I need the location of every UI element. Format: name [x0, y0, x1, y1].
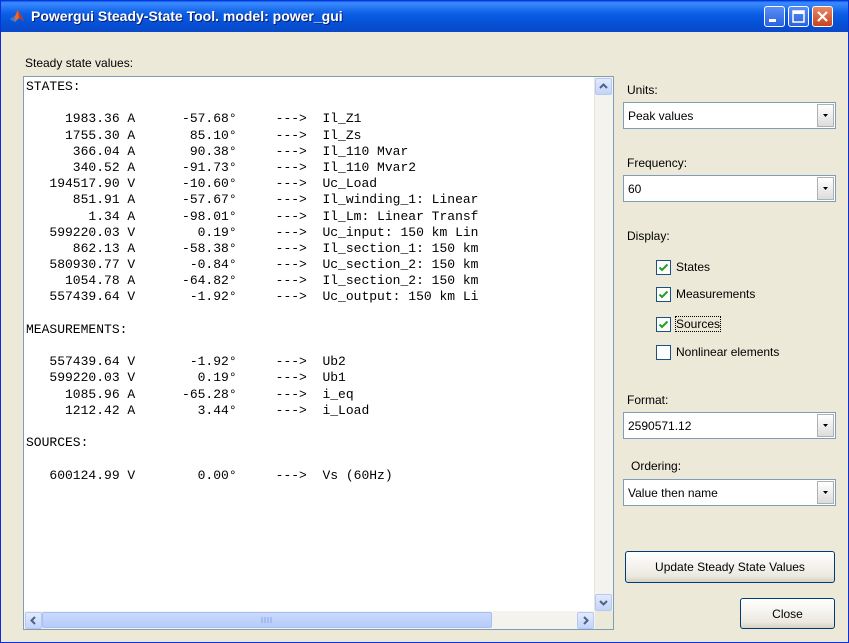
states-checkbox-label[interactable]: States	[676, 260, 710, 274]
output-line: 862.13 A -58.38° ---> Il_section_1: 150 …	[26, 240, 479, 256]
chevron-down-icon	[823, 491, 828, 494]
update-button-label: Update Steady State Values	[655, 560, 805, 574]
sources-checkbox-label[interactable]: Sources	[674, 316, 722, 332]
output-line: 194517.90 V -10.60° ---> Uc_Load	[26, 176, 378, 192]
chevron-down-icon	[823, 187, 828, 190]
scroll-down-button[interactable]	[595, 594, 612, 611]
nonlinear-elements-checkbox[interactable]	[656, 345, 671, 360]
maximize-icon	[792, 10, 805, 23]
output-line: 1212.42 A 3.44° ---> i_Load	[26, 402, 370, 418]
output-line: 851.91 A -57.67° ---> Il_winding_1: Line…	[26, 192, 479, 208]
grip-icon	[261, 617, 272, 623]
checkmark-icon	[658, 263, 669, 272]
output-line: 599220.03 V 0.19° ---> Uc_input: 150 km …	[26, 224, 479, 240]
display-label: Display:	[627, 229, 670, 243]
chevron-down-icon	[599, 600, 608, 606]
chevron-right-icon	[583, 616, 589, 625]
close-button-label: Close	[772, 607, 803, 621]
units-value: Peak values	[628, 109, 694, 123]
scroll-left-button[interactable]	[25, 612, 42, 629]
steady-state-window: Powergui Steady-State Tool. model: power…	[0, 0, 849, 643]
output-line: 1054.78 A -64.82° ---> Il_section_2: 150…	[26, 273, 479, 289]
horizontal-scrollbar[interactable]	[24, 611, 595, 629]
units-dropdown-arrow[interactable]	[817, 104, 834, 127]
output-line: 1755.30 A 85.10° ---> Il_Zs	[26, 127, 362, 143]
output-line: 1085.96 A -65.28° ---> i_eq	[26, 386, 354, 402]
output-line: 599220.03 V 0.19° ---> Ub1	[26, 370, 346, 386]
scroll-right-button[interactable]	[577, 612, 594, 629]
horizontal-scroll-thumb[interactable]	[42, 612, 492, 628]
states-checkbox[interactable]	[656, 260, 671, 275]
steady-state-output[interactable]: STATES: 1983.36 A -57.68° ---> Il_Z1 175…	[23, 76, 614, 630]
format-value: 2590571.12	[628, 419, 692, 433]
output-line: 557439.64 V -1.92° ---> Uc_output: 150 k…	[26, 289, 479, 305]
units-label: Units:	[627, 83, 658, 97]
title-bar[interactable]: Powergui Steady-State Tool. model: power…	[1, 1, 848, 32]
steady-state-values-label: Steady state values:	[25, 56, 134, 70]
maximize-button[interactable]	[788, 6, 809, 27]
chevron-down-icon	[823, 114, 828, 117]
chevron-left-icon	[30, 616, 36, 625]
format-label: Format:	[627, 393, 669, 407]
minimize-button[interactable]	[764, 6, 785, 27]
ordering-dropdown-arrow[interactable]	[817, 481, 834, 504]
measurements-checkbox-label[interactable]: Measurements	[676, 287, 755, 301]
output-line: 580930.77 V -0.84° ---> Uc_section_2: 15…	[26, 257, 479, 273]
output-line: 340.52 A -91.73° ---> Il_110 Mvar2	[26, 159, 417, 175]
scroll-corner	[595, 611, 613, 629]
output-line: 600124.99 V 0.00° ---> Vs (60Hz)	[26, 467, 393, 483]
vertical-scrollbar[interactable]	[594, 77, 613, 612]
update-steady-state-values-button[interactable]: Update Steady State Values	[625, 551, 835, 583]
frequency-value: 60	[628, 182, 642, 196]
checkmark-icon	[658, 290, 669, 299]
frequency-dropdown[interactable]: 60	[623, 175, 836, 202]
chevron-down-icon	[823, 424, 828, 427]
close-window-button[interactable]	[812, 6, 833, 27]
output-line: STATES:	[26, 79, 81, 94]
ordering-value: Value then name	[628, 486, 718, 500]
output-text: STATES: 1983.36 A -57.68° ---> Il_Z1 175…	[26, 79, 593, 628]
close-icon	[817, 11, 828, 22]
checkmark-icon	[658, 320, 669, 329]
format-dropdown-arrow[interactable]	[817, 414, 834, 437]
units-dropdown[interactable]: Peak values	[623, 102, 836, 129]
output-line: 366.04 A 90.38° ---> Il_110 Mvar	[26, 143, 409, 159]
output-line: 557439.64 V -1.92° ---> Ub2	[26, 354, 346, 370]
close-button[interactable]: Close	[740, 598, 835, 629]
chevron-up-icon	[599, 83, 608, 89]
output-line: 1.34 A -98.01° ---> Il_Lm: Linear Transf	[26, 208, 479, 224]
ordering-dropdown[interactable]: Value then name	[623, 479, 836, 506]
sources-checkbox[interactable]	[656, 317, 671, 332]
output-line: 1983.36 A -57.68° ---> Il_Z1	[26, 111, 362, 127]
output-line: MEASUREMENTS:	[26, 321, 128, 337]
matlab-logo-icon	[9, 8, 25, 24]
output-line: SOURCES:	[26, 435, 89, 451]
window-title: Powergui Steady-State Tool. model: power…	[31, 8, 343, 24]
frequency-label: Frequency:	[627, 156, 688, 170]
nonlinear-elements-checkbox-label[interactable]: Nonlinear elements	[676, 345, 779, 359]
frequency-dropdown-arrow[interactable]	[817, 177, 834, 200]
format-dropdown[interactable]: 2590571.12	[623, 412, 836, 439]
ordering-label: Ordering:	[631, 459, 682, 473]
minimize-icon	[769, 19, 776, 22]
measurements-checkbox[interactable]	[656, 287, 671, 302]
scroll-up-button[interactable]	[595, 78, 612, 95]
